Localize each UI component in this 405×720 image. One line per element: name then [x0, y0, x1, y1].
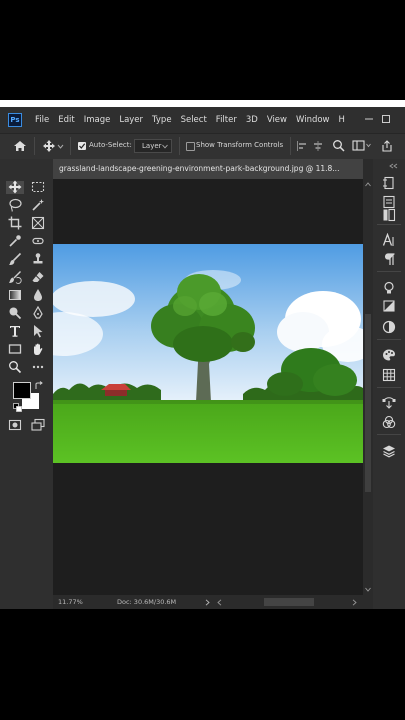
- history-brush-tool-icon[interactable]: [8, 270, 22, 284]
- default-colors-icon[interactable]: [13, 403, 22, 412]
- vertical-scroll-thumb[interactable]: [365, 314, 371, 492]
- adjustments-panel-icon[interactable]: [382, 299, 396, 313]
- menu-3d[interactable]: 3D: [246, 115, 258, 125]
- home-icon[interactable]: [12, 139, 28, 153]
- eraser-tool-icon[interactable]: [31, 270, 45, 284]
- scroll-down-icon[interactable]: [365, 587, 371, 592]
- move-tool-icon[interactable]: [8, 180, 22, 194]
- scroll-up-icon[interactable]: [365, 182, 371, 187]
- document-tab-bar: grassland-landscape-greening-environment…: [53, 159, 363, 179]
- move-tool-preset-icon[interactable]: [42, 139, 64, 153]
- character-panel-icon[interactable]: [382, 233, 396, 247]
- menu-filter[interactable]: Filter: [216, 115, 237, 125]
- bottom-letterbox: [0, 609, 405, 720]
- menu-image[interactable]: Image: [84, 115, 111, 125]
- dodge-tool-icon[interactable]: [8, 306, 22, 320]
- panel-collapse-grip[interactable]: [378, 163, 400, 169]
- photoshop-logo: Ps: [8, 113, 22, 127]
- menu-help[interactable]: H: [339, 115, 345, 125]
- menu-type[interactable]: Type: [152, 115, 172, 125]
- menu-layer[interactable]: Layer: [119, 115, 143, 125]
- type-tool-icon[interactable]: [8, 324, 22, 338]
- lasso-tool-icon[interactable]: [8, 198, 22, 212]
- vertical-scrollbar[interactable]: [363, 179, 373, 595]
- menu-edit[interactable]: Edit: [58, 115, 74, 125]
- quick-mask-icon[interactable]: [8, 418, 22, 432]
- auto-select-target-value: Layer: [142, 142, 162, 150]
- auto-select-target-dropdown[interactable]: Layer: [134, 139, 172, 153]
- zoom-tool-icon[interactable]: [8, 360, 22, 374]
- contrast-panel-icon[interactable]: [382, 320, 396, 334]
- screen-mode-icon[interactable]: [31, 418, 45, 432]
- transform-controls-label: Show Transform Controls: [196, 141, 284, 149]
- align-center-icon[interactable]: [312, 140, 324, 152]
- paths-panel-icon[interactable]: [382, 396, 396, 410]
- properties-panel-icon[interactable]: [382, 195, 396, 209]
- panel-divider: [377, 387, 401, 388]
- divider: [179, 137, 180, 155]
- eyedropper-tool-icon[interactable]: [8, 234, 22, 248]
- divider: [290, 137, 291, 155]
- blur-tool-icon[interactable]: [31, 288, 45, 302]
- chevron-down-icon: [162, 144, 168, 149]
- scroll-left-icon[interactable]: [217, 599, 222, 606]
- hand-tool-icon[interactable]: [31, 342, 45, 356]
- libraries-panel-icon[interactable]: [382, 208, 396, 222]
- menu-file[interactable]: File: [35, 115, 49, 125]
- pen-tool-icon[interactable]: [31, 306, 45, 320]
- color-panel-icon[interactable]: [382, 348, 396, 362]
- document-size-info[interactable]: Doc: 30.6M/30.6M: [117, 598, 176, 606]
- menu-bar: Ps File Edit Image Layer Type Select Fil…: [0, 107, 405, 133]
- scroll-right-icon[interactable]: [352, 599, 357, 606]
- crop-tool-icon[interactable]: [8, 216, 22, 230]
- align-left-icon[interactable]: [296, 140, 308, 152]
- marquee-tool-icon[interactable]: [31, 180, 45, 194]
- restore-icon[interactable]: [380, 112, 392, 126]
- menu-select[interactable]: Select: [181, 115, 207, 125]
- panel-divider: [377, 224, 401, 225]
- path-selection-tool-icon[interactable]: [31, 324, 45, 338]
- divider: [70, 137, 71, 155]
- auto-select-label: Auto-Select:: [89, 141, 132, 149]
- transform-controls-checkbox[interactable]: [186, 142, 195, 151]
- status-bar: 11.77% Doc: 30.6M/30.6M: [53, 595, 373, 609]
- panel-divider: [377, 434, 401, 435]
- foreground-color-swatch[interactable]: [13, 382, 31, 399]
- horizontal-scroll-thumb[interactable]: [264, 598, 314, 606]
- panel-divider: [377, 271, 401, 272]
- menu-view[interactable]: View: [267, 115, 287, 125]
- auto-select-checkbox[interactable]: [78, 142, 86, 150]
- spot-healing-tool-icon[interactable]: [31, 234, 45, 248]
- document-image[interactable]: [53, 244, 363, 463]
- learn-panel-icon[interactable]: [382, 281, 396, 295]
- menu-window[interactable]: Window: [296, 115, 330, 125]
- divider: [34, 137, 35, 155]
- gradient-tool-icon[interactable]: [8, 288, 22, 302]
- frame-tool-icon[interactable]: [31, 216, 45, 230]
- swap-colors-icon[interactable]: [34, 381, 44, 391]
- swatches-panel-icon[interactable]: [382, 368, 396, 382]
- layers-panel-icon[interactable]: [382, 444, 396, 458]
- document-tab[interactable]: grassland-landscape-greening-environment…: [53, 159, 363, 179]
- search-icon[interactable]: [332, 139, 345, 152]
- brush-tool-icon[interactable]: [8, 252, 22, 266]
- status-menu-chevron-icon[interactable]: [205, 599, 210, 606]
- zoom-level[interactable]: 11.77%: [58, 598, 83, 606]
- panel-divider: [377, 339, 401, 340]
- magic-wand-tool-icon[interactable]: [31, 198, 45, 212]
- channels-panel-icon[interactable]: [382, 415, 396, 429]
- panel-dock: [373, 159, 405, 609]
- tab-bar-filler: [363, 159, 373, 179]
- clone-stamp-tool-icon[interactable]: [31, 252, 45, 266]
- share-icon[interactable]: [380, 139, 394, 153]
- workspace-switcher-icon[interactable]: [352, 139, 372, 152]
- top-border: [0, 100, 405, 107]
- paragraph-panel-icon[interactable]: [382, 252, 396, 266]
- rectangle-tool-icon[interactable]: [8, 342, 22, 356]
- minimize-icon[interactable]: [363, 112, 375, 126]
- more-tools-icon[interactable]: [31, 360, 45, 374]
- history-panel-icon[interactable]: [382, 176, 396, 190]
